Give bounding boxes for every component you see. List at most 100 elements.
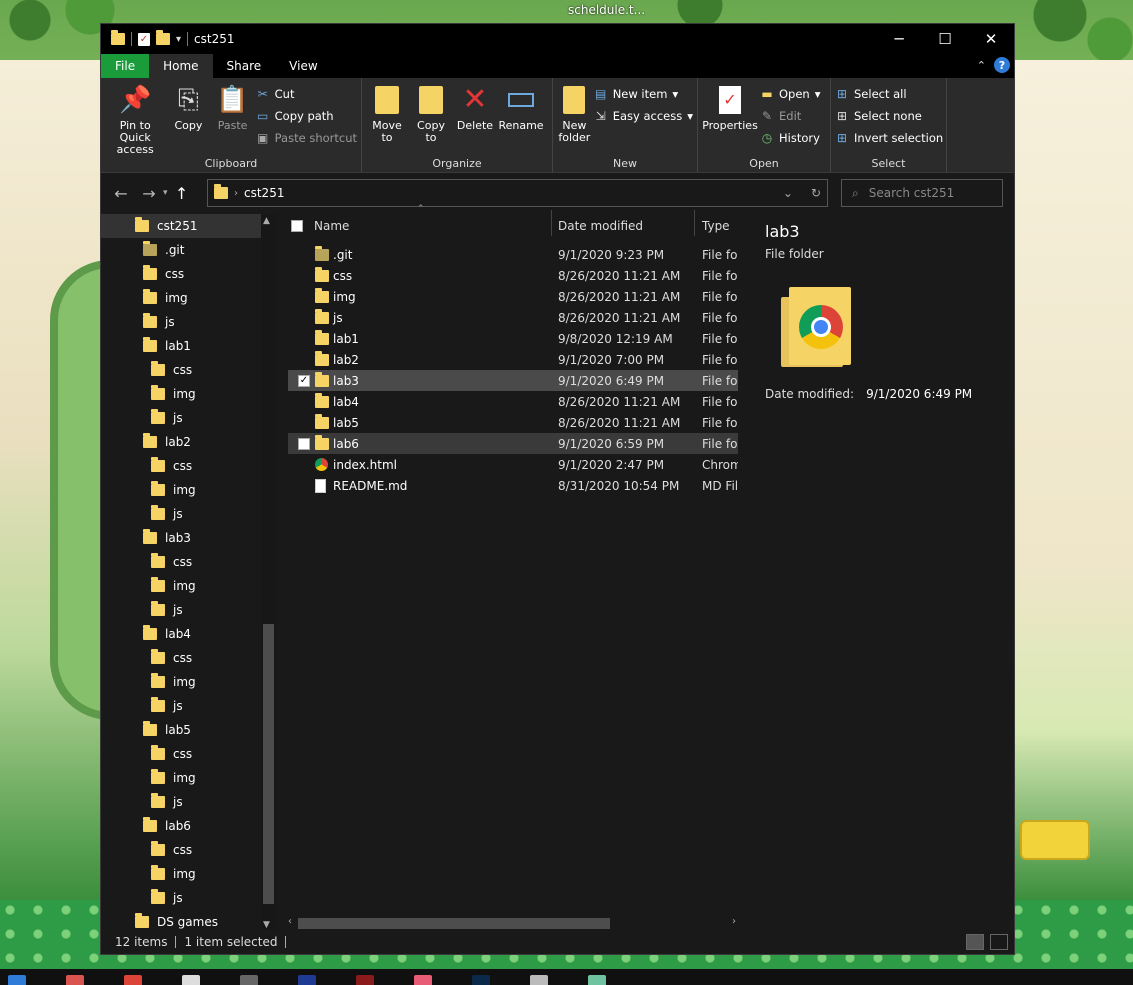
file-row[interactable]: .git 9/1/2020 9:23 PM File folder bbox=[288, 244, 738, 265]
edit-button[interactable]: ✎ Edit bbox=[760, 106, 821, 126]
app-icon[interactable] bbox=[66, 975, 84, 985]
help-icon[interactable]: ? bbox=[994, 57, 1010, 73]
history-button[interactable]: ◷ History bbox=[760, 128, 821, 148]
scroll-right-icon[interactable]: › bbox=[732, 916, 736, 927]
scroll-up-icon[interactable]: ▲ bbox=[263, 216, 270, 226]
tree-item[interactable]: js bbox=[101, 790, 276, 814]
scroll-left-icon[interactable]: ‹ bbox=[288, 916, 292, 927]
row-checkbox[interactable] bbox=[298, 437, 310, 450]
column-date-modified[interactable]: Date modified bbox=[558, 219, 643, 233]
select-all-checkbox[interactable] bbox=[291, 220, 303, 232]
file-row[interactable]: img 8/26/2020 11:21 AM File folder bbox=[288, 286, 738, 307]
copy-path-button[interactable]: ▭ Copy path bbox=[256, 106, 357, 126]
close-button[interactable]: ✕ bbox=[968, 24, 1014, 54]
tab-home[interactable]: Home bbox=[149, 54, 213, 78]
tree-item[interactable]: js bbox=[101, 502, 276, 526]
address-box[interactable]: › cst251 ⌄ ↻ bbox=[207, 179, 828, 207]
tree-item[interactable]: img bbox=[101, 574, 276, 598]
tree-item[interactable]: js bbox=[101, 310, 276, 334]
back-arrow-icon[interactable]: ← bbox=[107, 184, 135, 203]
file-row[interactable]: lab6 9/1/2020 6:59 PM File folder bbox=[288, 433, 738, 454]
select-none-button[interactable]: ⊞ Select none bbox=[835, 106, 943, 126]
breadcrumb-cst251[interactable]: cst251 bbox=[244, 186, 284, 200]
file-row[interactable]: css 8/26/2020 11:21 AM File folder bbox=[288, 265, 738, 286]
forward-arrow-icon[interactable]: → bbox=[135, 184, 163, 203]
scroll-down-icon[interactable]: ▼ bbox=[263, 920, 270, 930]
nav-scrollbar[interactable]: ▲ ▼ bbox=[261, 214, 276, 932]
app-icon[interactable] bbox=[588, 975, 606, 985]
file-row[interactable]: index.html 9/1/2020 2:47 PM Chrome HTML Do… bbox=[288, 454, 738, 475]
refresh-icon[interactable]: ↻ bbox=[811, 186, 821, 200]
start-icon[interactable] bbox=[8, 975, 26, 985]
app-icon[interactable] bbox=[472, 975, 490, 985]
app-icon[interactable] bbox=[240, 975, 258, 985]
hscroll-thumb[interactable] bbox=[298, 918, 610, 929]
tree-item[interactable]: lab5 bbox=[101, 718, 276, 742]
file-row[interactable]: lab2 9/1/2020 7:00 PM File folder bbox=[288, 349, 738, 370]
tree-item[interactable]: css bbox=[101, 262, 276, 286]
tree-item[interactable]: lab4 bbox=[101, 622, 276, 646]
tree-item[interactable]: css bbox=[101, 742, 276, 766]
tab-file[interactable]: File bbox=[101, 54, 150, 78]
file-row[interactable]: lab5 8/26/2020 11:21 AM File folder bbox=[288, 412, 738, 433]
nav-scroll-thumb[interactable] bbox=[263, 624, 274, 904]
select-all-button[interactable]: ⊞ Select all bbox=[835, 84, 943, 104]
tree-item[interactable]: cst251 bbox=[101, 214, 276, 238]
tree-item[interactable]: lab2 bbox=[101, 430, 276, 454]
column-name[interactable]: Name bbox=[314, 219, 349, 233]
tree-item[interactable]: css bbox=[101, 358, 276, 382]
up-arrow-icon[interactable]: ↑ bbox=[168, 184, 196, 203]
tree-item[interactable]: .git bbox=[101, 238, 276, 262]
chevron-right-icon[interactable]: › bbox=[234, 188, 238, 199]
tree-item[interactable]: js bbox=[101, 406, 276, 430]
tree-item[interactable]: lab1 bbox=[101, 334, 276, 358]
app-icon[interactable] bbox=[414, 975, 432, 985]
file-row[interactable]: lab4 8/26/2020 11:21 AM File folder bbox=[288, 391, 738, 412]
cut-button[interactable]: ✂ Cut bbox=[256, 84, 357, 104]
invert-selection-button[interactable]: ⊞ Invert selection bbox=[835, 128, 943, 148]
tree-item[interactable]: DS games bbox=[101, 910, 276, 932]
tree-item[interactable]: js bbox=[101, 694, 276, 718]
tree-item[interactable]: css bbox=[101, 646, 276, 670]
details-view-icon[interactable] bbox=[966, 934, 984, 950]
column-type[interactable]: Type bbox=[702, 219, 730, 233]
tree-item[interactable]: js bbox=[101, 886, 276, 910]
app-icon[interactable] bbox=[182, 975, 200, 985]
chrome-app-icon[interactable] bbox=[124, 975, 142, 985]
tree-item[interactable]: js bbox=[101, 598, 276, 622]
tree-item[interactable]: img bbox=[101, 286, 276, 310]
address-dropdown-icon[interactable]: ⌄ bbox=[783, 186, 793, 200]
open-button[interactable]: ▬ Open ▾ bbox=[760, 84, 820, 104]
tree-item[interactable]: img bbox=[101, 478, 276, 502]
app-icon[interactable] bbox=[298, 975, 316, 985]
tree-item[interactable]: img bbox=[101, 862, 276, 886]
tree-item[interactable]: lab3 bbox=[101, 526, 276, 550]
collapse-ribbon-icon[interactable]: ⌃ bbox=[977, 59, 986, 72]
tree-item[interactable]: img bbox=[101, 766, 276, 790]
file-row[interactable]: README.md 8/31/2020 10:54 PM MD File bbox=[288, 475, 738, 496]
file-row[interactable]: ✓ lab3 9/1/2020 6:49 PM File folder bbox=[288, 370, 738, 391]
tree-item[interactable]: css bbox=[101, 550, 276, 574]
app-icon[interactable] bbox=[356, 975, 374, 985]
paste-shortcut-button[interactable]: ▣ Paste shortcut bbox=[256, 128, 357, 148]
maximize-button[interactable]: ☐ bbox=[922, 24, 968, 54]
file-row[interactable]: js 8/26/2020 11:21 AM File folder bbox=[288, 307, 738, 328]
properties-check-icon[interactable]: ✓ bbox=[138, 32, 150, 46]
tree-item[interactable]: img bbox=[101, 670, 276, 694]
file-row[interactable]: lab1 9/8/2020 12:19 AM File folder bbox=[288, 328, 738, 349]
large-icons-view-icon[interactable] bbox=[990, 934, 1008, 950]
tree-item[interactable]: lab6 bbox=[101, 814, 276, 838]
app-icon[interactable] bbox=[530, 975, 548, 985]
new-folder-icon[interactable] bbox=[156, 30, 170, 45]
tab-share[interactable]: Share bbox=[213, 54, 276, 78]
desktop-file-label[interactable]: scheldule.t... bbox=[568, 3, 645, 17]
row-checkbox[interactable]: ✓ bbox=[298, 374, 310, 387]
customize-qa-icon[interactable]: ▾ bbox=[176, 34, 181, 45]
tree-item[interactable]: css bbox=[101, 838, 276, 862]
tree-item[interactable]: img bbox=[101, 382, 276, 406]
minimize-button[interactable]: ─ bbox=[876, 24, 922, 54]
tree-item[interactable]: css bbox=[101, 454, 276, 478]
search-input[interactable]: ⌕ Search cst251 bbox=[841, 179, 1003, 207]
tab-view[interactable]: View bbox=[275, 54, 331, 78]
title-bar[interactable]: ✓ ▾ cst251 ─ ☐ ✕ bbox=[101, 24, 1014, 54]
